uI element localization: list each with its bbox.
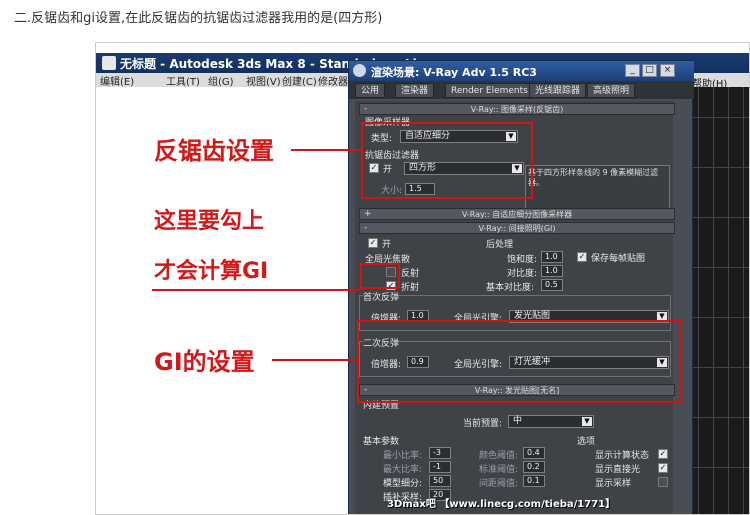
tab-advanced-lighting[interactable]: 高级照明 bbox=[587, 83, 636, 98]
clr-thresh-field[interactable]: 0.4 bbox=[523, 447, 545, 459]
base-contrast-field[interactable]: 0.5 bbox=[541, 279, 563, 291]
collapse-icon: - bbox=[364, 223, 368, 233]
rollout-image-sampler[interactable]: - V-Ray:: 图像采样(反锯齿) bbox=[359, 103, 675, 115]
dist-thresh-label: 间距阈值: bbox=[479, 479, 519, 489]
saturation-field[interactable]: 1.0 bbox=[541, 251, 563, 263]
rollout-indirect-illumination[interactable]: - V-Ray:: 间接照明(GI) bbox=[359, 222, 675, 234]
minimize-button[interactable]: _ bbox=[625, 64, 640, 77]
show-calc-label: 显示计算状态 bbox=[595, 451, 650, 461]
options-label: 选项 bbox=[577, 437, 596, 447]
reflective-label: 反射 bbox=[401, 269, 420, 279]
tab-render-elements[interactable]: Render Elements bbox=[445, 83, 534, 98]
clr-thresh-label: 颜色阈值: bbox=[479, 451, 519, 461]
show-calc-checkbox[interactable]: ✓ bbox=[658, 449, 668, 459]
post-processing-label: 后处理 bbox=[486, 240, 514, 250]
save-maps-label: 保存每帧贴图 bbox=[591, 254, 646, 264]
rollout-adaptive-subdivision[interactable]: + V-Ray:: 自适应细分图像采样器 bbox=[359, 208, 675, 220]
show-direct-checkbox[interactable]: ✓ bbox=[658, 463, 668, 473]
check-annotation-line2: 才会计算GI bbox=[154, 259, 269, 284]
refractive-label: 折射 bbox=[401, 283, 420, 293]
min-rate-label: 最小比率: bbox=[383, 451, 423, 461]
maximize-button[interactable]: □ bbox=[642, 64, 657, 77]
close-button[interactable]: × bbox=[660, 64, 675, 77]
expand-icon: + bbox=[364, 209, 372, 219]
collapse-icon: - bbox=[364, 104, 368, 114]
tab-renderer[interactable]: 渲染器 bbox=[395, 83, 435, 98]
hsph-subdivs-field[interactable]: 50 bbox=[429, 475, 451, 487]
dialog-title-bar[interactable]: 渲染场景: V-Ray Adv 1.5 RC3 _ □ × bbox=[349, 61, 694, 81]
dropdown-arrow-icon: ▼ bbox=[582, 417, 592, 426]
gi-on-highlight-box bbox=[360, 263, 400, 289]
filter-description: 基于四方形样条线的 9 像素模糊过滤器。 bbox=[525, 165, 670, 211]
tab-raytracer[interactable]: 光线跟踪器 bbox=[529, 83, 587, 98]
save-maps-checkbox[interactable]: ✓ bbox=[577, 252, 587, 262]
current-preset-dropdown[interactable]: 中 ▼ bbox=[508, 415, 594, 428]
aa-highlight-box bbox=[361, 122, 533, 199]
gi-on-pointer-line bbox=[152, 289, 360, 291]
current-preset-label: 当前预置: bbox=[463, 419, 503, 429]
show-direct-label: 显示直接光 bbox=[595, 465, 641, 475]
gi-annotation: GI的设置 bbox=[154, 348, 255, 376]
gi-highlight-box bbox=[357, 320, 681, 403]
render-icon bbox=[353, 64, 366, 77]
aa-annotation: 反锯齿设置 bbox=[154, 137, 274, 165]
max-menu-item[interactable]: 视图(V) bbox=[246, 73, 281, 88]
nrm-thresh-field[interactable]: 0.2 bbox=[523, 461, 545, 473]
saturation-label: 饱和度: bbox=[507, 255, 538, 265]
check-annotation-line1: 这里要勾上 bbox=[154, 209, 265, 234]
aa-pointer-line bbox=[291, 149, 361, 151]
screenshot-frame: 无标题 - Autodesk 3ds Max 8 - Stand-alone L… bbox=[95, 42, 750, 515]
max-viewport-right[interactable] bbox=[688, 87, 749, 514]
tab-common[interactable]: 公用 bbox=[355, 83, 386, 98]
max-rate-field[interactable]: -1 bbox=[429, 461, 451, 473]
nrm-thresh-label: 标准阈值: bbox=[479, 465, 519, 475]
dist-thresh-field[interactable]: 0.1 bbox=[523, 475, 545, 487]
dialog-title: 渲染场景: V-Ray Adv 1.5 RC3 bbox=[371, 66, 537, 79]
gi-pointer-line bbox=[272, 359, 357, 361]
site-watermark: 3Dmax吧 【www.linecg.com/tieba/1771】 bbox=[387, 499, 616, 510]
max-menu-item[interactable]: 工具(T) bbox=[166, 73, 200, 88]
page-caption: 二.反锯齿和gi设置,在此反锯齿的抗锯齿过滤器我用的是(四方形) bbox=[14, 11, 383, 26]
max-menu-item[interactable]: 组(G) bbox=[208, 73, 234, 88]
min-rate-field[interactable]: -3 bbox=[429, 447, 451, 459]
contrast-field[interactable]: 1.0 bbox=[541, 265, 563, 277]
gi-on-label: 开 bbox=[382, 240, 392, 250]
max-menu-item[interactable]: 编辑(E) bbox=[100, 73, 134, 88]
max-rate-label: 最大比率: bbox=[383, 465, 423, 475]
show-samples-label: 显示采样 bbox=[595, 479, 632, 489]
max-menu-item[interactable]: 修改器 bbox=[318, 73, 348, 88]
contrast-label: 对比度: bbox=[507, 269, 538, 279]
primary-bounce-label: 首次反弹 bbox=[363, 290, 400, 303]
max-logo-icon bbox=[102, 56, 116, 70]
show-samples-checkbox[interactable] bbox=[658, 477, 668, 487]
basic-params-label: 基本参数 bbox=[363, 437, 400, 447]
max-menu-item[interactable]: 创建(C) bbox=[282, 73, 317, 88]
base-contrast-label: 基本对比度: bbox=[486, 283, 535, 293]
hsph-subdivs-label: 模型细分: bbox=[383, 479, 423, 489]
dialog-tabs: 公用 渲染器 Render Elements 光线跟踪器 高级照明 bbox=[349, 81, 694, 99]
gi-on-checkbox[interactable]: ✓ bbox=[368, 238, 378, 248]
